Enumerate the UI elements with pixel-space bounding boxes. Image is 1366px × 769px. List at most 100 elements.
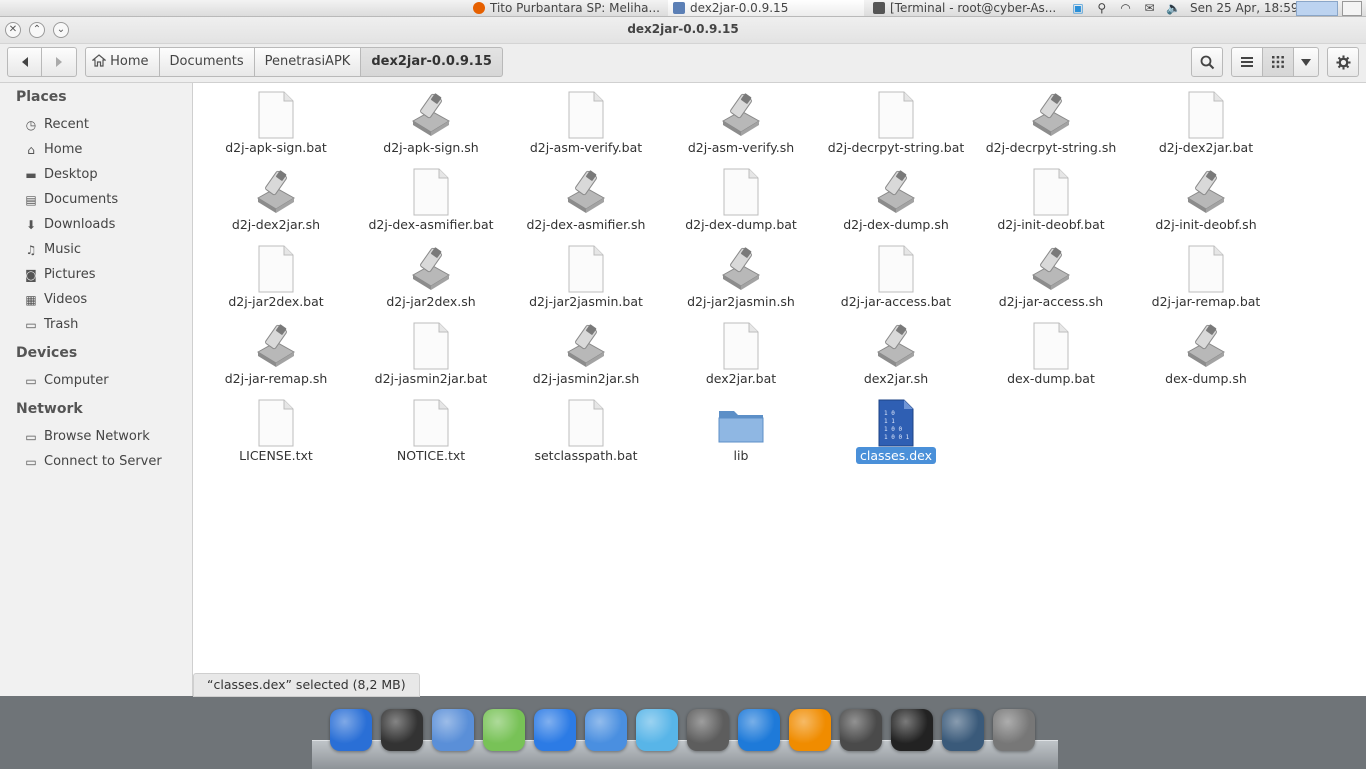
script-file-icon — [876, 322, 916, 370]
file-item[interactable]: d2j-jasmin2jar.sh — [511, 314, 661, 386]
script-file-icon — [566, 168, 606, 216]
file-item[interactable]: 1 01 11 0 01 0 0 1 classes.dex — [821, 391, 971, 464]
file-item[interactable]: LICENSE.txt — [201, 391, 351, 463]
script-file-icon — [1186, 168, 1226, 216]
folder-item[interactable]: lib — [666, 391, 816, 463]
file-item[interactable]: d2j-jar2dex.bat — [201, 237, 351, 309]
workspace-switcher-2[interactable] — [1342, 1, 1362, 16]
breadcrumb-documents[interactable]: Documents — [159, 47, 255, 77]
vlc-icon — [789, 709, 831, 751]
dock-item-browser[interactable] — [430, 707, 476, 753]
taskbar-item-file-manager[interactable]: dex2jar-0.0.9.15 — [668, 0, 864, 16]
sidebar-item-music[interactable]: ♫ Music — [24, 239, 81, 261]
sidebar-item-pictures[interactable]: ◙ Pictures — [24, 264, 95, 286]
file-item[interactable]: d2j-dex-dump.bat — [666, 160, 816, 232]
settings-button[interactable] — [1327, 47, 1359, 77]
sidebar-item-computer[interactable]: ▭ Computer — [24, 370, 108, 392]
sidebar-item-label: Connect to Server — [44, 454, 162, 469]
window-title: dex2jar-0.0.9.15 — [627, 22, 739, 36]
file-item[interactable]: d2j-decrpyt-string.sh — [976, 83, 1126, 155]
file-item[interactable]: d2j-jar-remap.sh — [201, 314, 351, 386]
file-item[interactable]: d2j-dex-asmifier.bat — [356, 160, 506, 232]
workspace-switcher-1[interactable] — [1296, 1, 1338, 16]
dock-item-network-globe[interactable] — [328, 707, 374, 753]
dock-item-vlc[interactable] — [787, 707, 833, 753]
file-view[interactable]: d2j-apk-sign.bat d2j-apk-sign.sh d2j-asm-v… — [193, 83, 1366, 696]
breadcrumb-current-folder[interactable]: dex2jar-0.0.9.15 — [361, 47, 503, 77]
file-item[interactable]: d2j-apk-sign.bat — [201, 83, 351, 155]
taskbar-item-firefox[interactable]: Tito Purbantara SP: Meliha... — [468, 0, 666, 16]
file-item[interactable]: d2j-dex2jar.bat — [1131, 83, 1281, 155]
file-item[interactable]: dex-dump.bat — [976, 314, 1126, 386]
file-item[interactable]: d2j-jar2jasmin.sh — [666, 237, 816, 309]
file-item[interactable]: dex-dump.sh — [1131, 314, 1281, 386]
file-item[interactable]: d2j-jar2jasmin.bat — [511, 237, 661, 309]
sidebar-item-videos[interactable]: ▦ Videos — [24, 289, 87, 311]
file-item[interactable]: d2j-jar-access.bat — [821, 237, 971, 309]
sidebar-item-trash[interactable]: ▭ Trash — [24, 314, 78, 336]
dock-item-ppsspp[interactable] — [634, 707, 680, 753]
drive-icon: ▭ — [25, 374, 37, 388]
file-manager-icon — [673, 2, 685, 14]
wifi-icon[interactable]: ◠ — [1119, 0, 1133, 16]
dock-item-terminal[interactable] — [889, 707, 935, 753]
file-name: d2j-apk-sign.sh — [383, 140, 479, 155]
mail-icon[interactable]: ✉ — [1142, 0, 1156, 16]
view-options-dropdown[interactable] — [1293, 47, 1319, 77]
file-item[interactable]: d2j-asm-verify.sh — [666, 83, 816, 155]
script-file-icon — [256, 322, 296, 370]
gear-icon — [1335, 54, 1351, 70]
file-item[interactable]: d2j-jasmin2jar.bat — [356, 314, 506, 386]
file-item[interactable]: dex2jar.bat — [666, 314, 816, 386]
dock-item-launchpad[interactable] — [991, 707, 1037, 753]
file-name: d2j-decrpyt-string.bat — [827, 140, 965, 155]
dock-item-download-manager[interactable] — [532, 707, 578, 753]
dock-item-android-studio[interactable] — [481, 707, 527, 753]
sidebar-item-connect-to-server[interactable]: ▭ Connect to Server — [24, 451, 162, 473]
clock[interactable]: Sen 25 Apr, 18:59 — [1190, 0, 1298, 16]
file-item[interactable]: d2j-dex-dump.sh — [821, 160, 971, 232]
file-item[interactable]: d2j-init-deobf.sh — [1131, 160, 1281, 232]
status-bar: “classes.dex” selected (8,2 MB) — [193, 673, 420, 697]
file-item[interactable]: d2j-decrpyt-string.bat — [821, 83, 971, 155]
file-item[interactable]: setclasspath.bat — [511, 391, 661, 463]
title-bar[interactable]: ✕ ⌃ ⌄ dex2jar-0.0.9.15 — [0, 17, 1366, 44]
file-item[interactable]: d2j-jar2dex.sh — [356, 237, 506, 309]
breadcrumb-penetrasiapk[interactable]: PenetrasiAPK — [254, 47, 362, 77]
file-item[interactable]: d2j-init-deobf.bat — [976, 160, 1126, 232]
taskbar-item-terminal[interactable]: [Terminal - root@cyber-As... — [868, 0, 1064, 16]
volume-icon[interactable]: 🔈 — [1166, 0, 1181, 16]
file-item[interactable]: d2j-jar-access.sh — [976, 237, 1126, 309]
breadcrumb-home[interactable]: Home — [85, 47, 160, 77]
list-view-button[interactable] — [1231, 47, 1263, 77]
dock-item-screenshot[interactable] — [940, 707, 986, 753]
file-item[interactable]: d2j-asm-verify.bat — [511, 83, 661, 155]
grid-view-button[interactable] — [1262, 47, 1294, 77]
dock-item-finder[interactable] — [583, 707, 629, 753]
sidebar-item-browse-network[interactable]: ▭ Browse Network — [24, 426, 149, 448]
sidebar-item-documents[interactable]: ▤ Documents — [24, 189, 118, 211]
dock-item-unity[interactable] — [379, 707, 425, 753]
dock-item-steam[interactable] — [685, 707, 731, 753]
back-button[interactable] — [7, 47, 42, 77]
file-name: d2j-asm-verify.bat — [529, 140, 643, 155]
svg-text:1 0: 1 0 — [884, 410, 895, 417]
dock-item-app-store[interactable] — [736, 707, 782, 753]
file-item[interactable]: d2j-apk-sign.sh — [356, 83, 506, 155]
file-item[interactable]: d2j-dex2jar.sh — [201, 160, 351, 232]
search-icon[interactable]: ⚲ — [1095, 0, 1109, 16]
file-item[interactable]: d2j-dex-asmifier.sh — [511, 160, 661, 232]
skype-icon[interactable]: ▣ — [1071, 0, 1085, 16]
file-item[interactable]: d2j-jar-remap.bat — [1131, 237, 1281, 309]
sidebar-item-recent[interactable]: ◷ Recent — [24, 114, 89, 136]
sidebar-item-desktop[interactable]: ▬ Desktop — [24, 164, 97, 186]
search-button[interactable] — [1191, 47, 1223, 77]
dock-item-sublime-text[interactable] — [838, 707, 884, 753]
search-icon — [1200, 55, 1214, 69]
script-file-icon — [721, 245, 761, 293]
file-item[interactable]: dex2jar.sh — [821, 314, 971, 386]
sidebar-item-home[interactable]: ⌂ Home — [24, 139, 82, 161]
sidebar-item-downloads[interactable]: ⬇ Downloads — [24, 214, 115, 236]
file-item[interactable]: NOTICE.txt — [356, 391, 506, 463]
forward-button[interactable] — [42, 47, 77, 77]
